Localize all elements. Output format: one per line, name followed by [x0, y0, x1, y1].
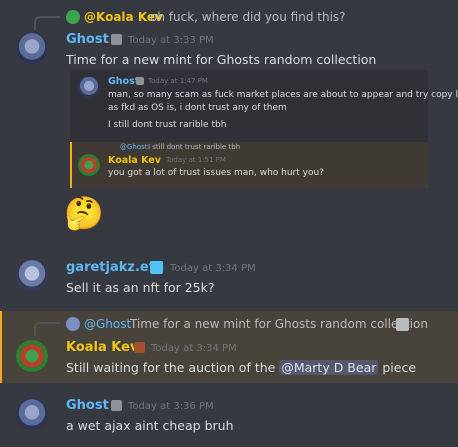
embed-koala-avatar: [78, 154, 100, 176]
embed-koala-author: Koala Kev: [108, 155, 161, 166]
reply-connector: [34, 16, 60, 30]
reply-text[interactable]: Time for a new mint for Ghosts random co…: [130, 317, 428, 331]
author-name[interactable]: Ghost: [66, 398, 109, 413]
embed-badge-icon: [136, 77, 144, 85]
embed-line: man, so many scam as fuck market places …: [108, 90, 458, 100]
message-text: Sell it as an nft for 25k?: [66, 280, 215, 295]
embed-koala-text: you got a lot of trust issues man, who h…: [108, 168, 324, 178]
timestamp: Today at 3:34 PM: [170, 263, 256, 274]
reply-connector: [34, 322, 60, 336]
message-text: Still waiting for the auction of the @Ma…: [66, 360, 416, 375]
avatar[interactable]: [16, 398, 48, 430]
embed-timestamp: Today at 1:47 PM: [148, 77, 208, 85]
image-icon: [396, 318, 409, 331]
reply-avatar: [66, 10, 80, 24]
verified-badge-icon: [150, 261, 163, 274]
embed-author: Ghost: [108, 76, 140, 87]
embedded-image[interactable]: Ghost Today at 1:47 PM man, so many scam…: [70, 70, 458, 188]
embed-reply-author: @Ghost: [120, 143, 148, 151]
thinking-emoji[interactable]: 🤔: [64, 193, 104, 233]
user-mention[interactable]: @Marty D Bear: [279, 360, 379, 375]
koala-badge-icon: [111, 400, 122, 411]
embed-line: I still dont trust rarible tbh: [108, 120, 227, 130]
message-text-before: Still waiting for the auction of the: [66, 360, 276, 375]
author-name[interactable]: Koala Kev: [66, 340, 138, 355]
timestamp: Today at 3:36 PM: [128, 401, 214, 412]
avatar[interactable]: [16, 340, 48, 372]
timestamp: Today at 3:34 PM: [151, 343, 237, 354]
koala-badge-icon: [111, 34, 122, 45]
message-text-after: piece: [382, 360, 417, 375]
avatar[interactable]: [16, 259, 48, 291]
reply-text[interactable]: oh fuck, where did you find this?: [150, 10, 346, 24]
embed-avatar: [78, 76, 100, 98]
timestamp: Today at 3:33 PM: [128, 35, 214, 46]
embed-koala-timestamp: Today at 1:51 PM: [166, 156, 226, 164]
embed-reply-text: I still dont trust rarible tbh: [148, 143, 241, 151]
reply-avatar: [66, 317, 80, 331]
embed-line: as fkd as OS is, i dont trust any of the…: [108, 103, 287, 113]
bear-badge-icon: [134, 342, 145, 353]
reply-author[interactable]: @Ghost: [84, 317, 131, 331]
avatar[interactable]: [16, 32, 48, 64]
author-name[interactable]: Ghost: [66, 32, 109, 47]
message-text: Time for a new mint for Ghosts random co…: [66, 52, 377, 67]
message-text: a wet ajax aint cheap bruh: [66, 418, 234, 433]
